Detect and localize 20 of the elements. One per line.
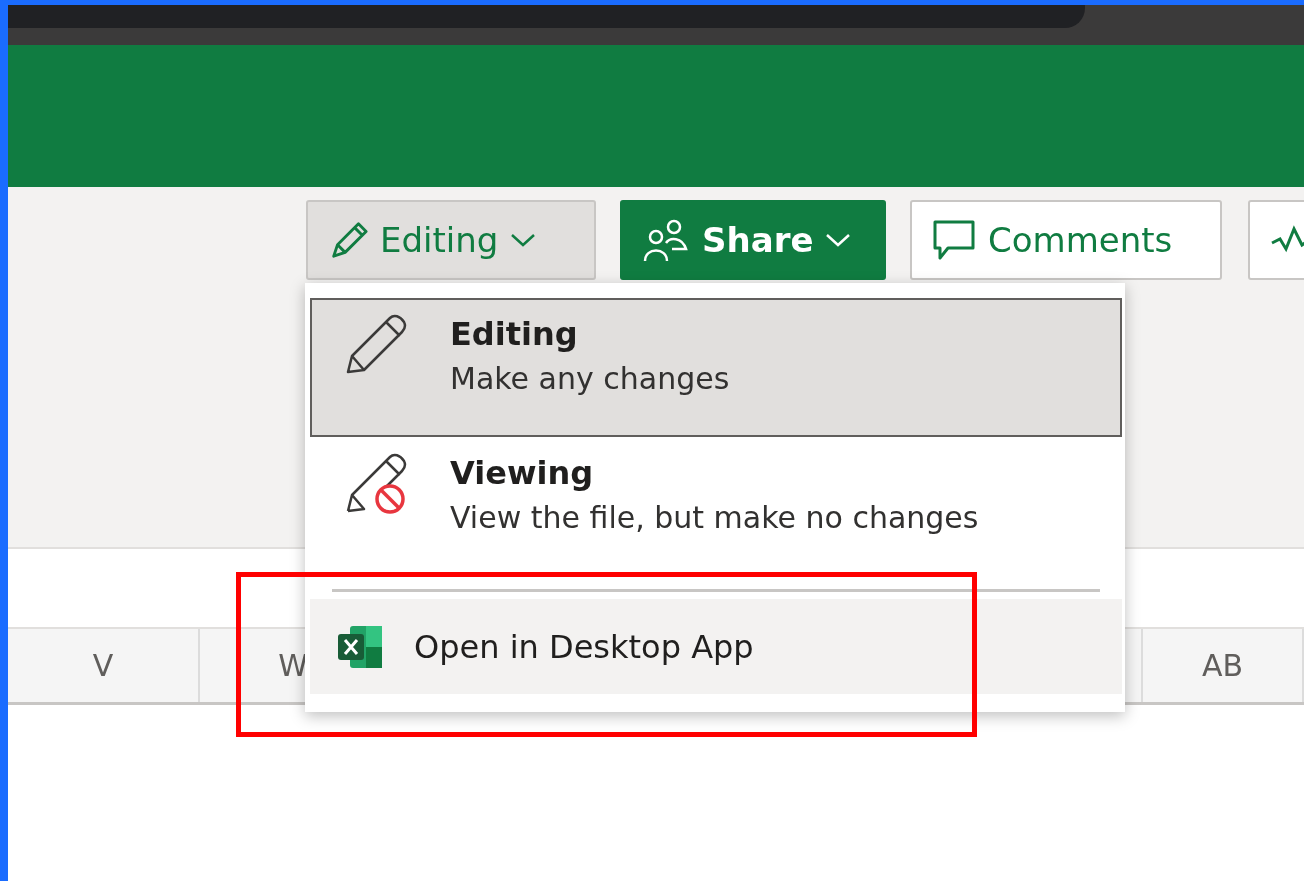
menu-item[interactable]: Editing Make any changes	[310, 298, 1122, 437]
comments-button[interactable]: Comments	[910, 200, 1222, 280]
menu-item-title: Editing	[450, 314, 579, 355]
column-header[interactable]: AB	[1201, 648, 1244, 683]
open-desktop-app-item[interactable]: Open in Desktop App	[310, 599, 1122, 694]
chevron-down-icon	[510, 232, 537, 248]
column-header[interactable]: V	[92, 648, 114, 683]
speech-bubble-icon	[932, 218, 976, 262]
share-button[interactable]: Share	[620, 200, 886, 280]
menu-item-description: View the file, but make no changes	[450, 499, 979, 537]
line-chart-icon	[1270, 225, 1304, 255]
column-header[interactable]: W	[278, 648, 308, 683]
chevron-down-icon	[825, 232, 852, 248]
menu-item-description: Make any changes	[450, 360, 730, 398]
editing-mode-button[interactable]: Editing	[306, 200, 596, 280]
menu-item-title: Viewing	[450, 453, 595, 494]
pencil-blocked-icon	[344, 451, 408, 515]
people-icon	[642, 217, 690, 263]
pencil-icon	[344, 312, 408, 376]
spreadsheet-app-icon	[336, 623, 384, 670]
